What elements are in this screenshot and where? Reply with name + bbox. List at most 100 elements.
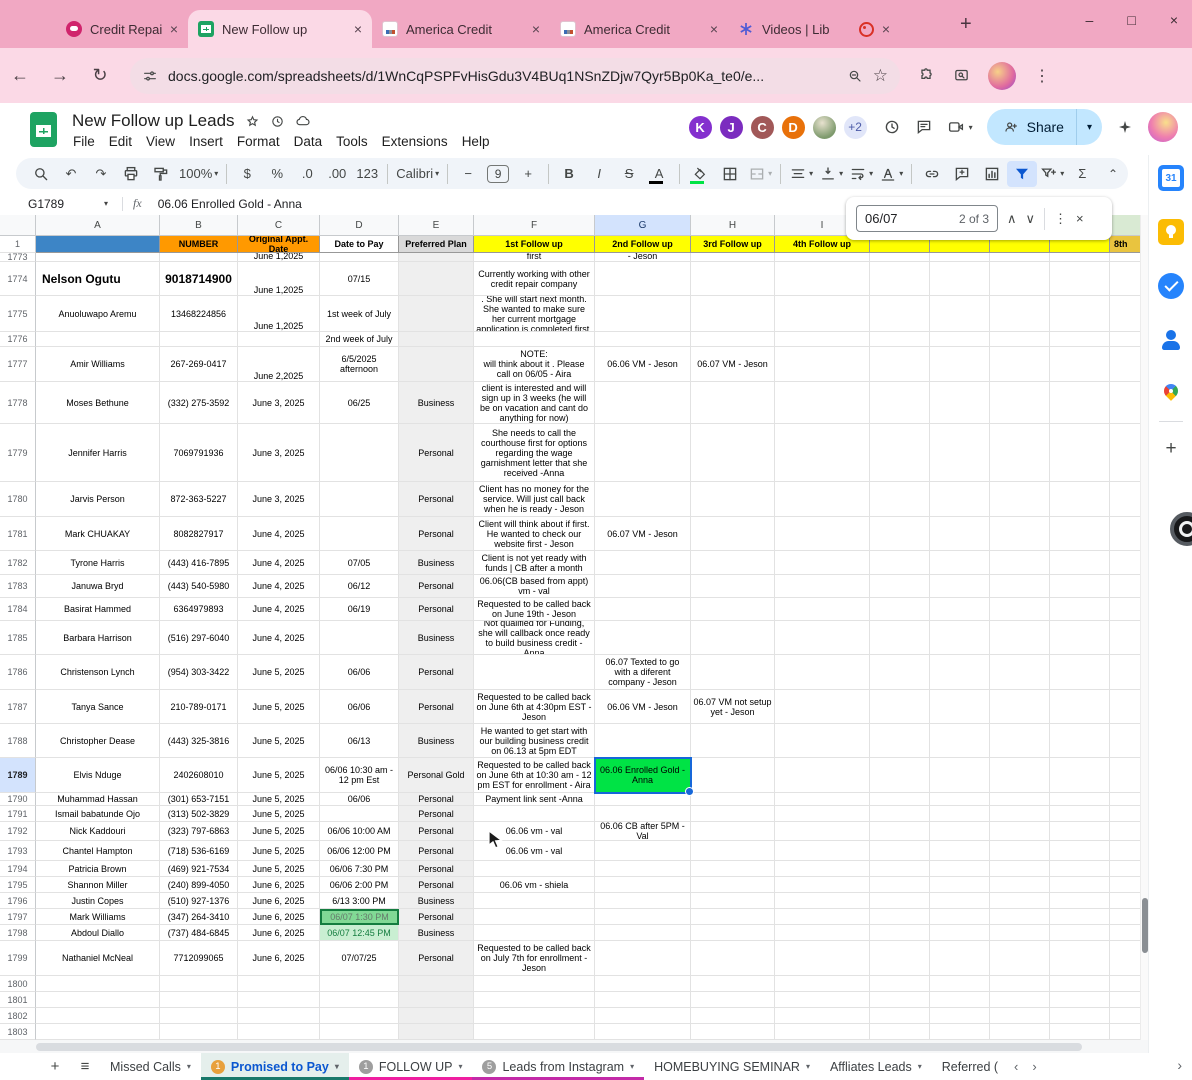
cell-K1780[interactable] [930, 482, 990, 517]
toolbar-search-button[interactable] [26, 161, 56, 187]
cell-J1780[interactable] [870, 482, 930, 517]
url-text[interactable]: docs.google.com/spreadsheets/d/1WnCqPSPF… [168, 68, 837, 84]
account-avatar[interactable] [1148, 112, 1178, 142]
cell-J1794[interactable] [870, 861, 930, 877]
menu-view[interactable]: View [139, 132, 182, 151]
cell-J1776[interactable] [870, 332, 930, 347]
sheet-tab-dropdown-icon[interactable]: ▾ [335, 1062, 339, 1071]
cell-K1803[interactable] [930, 1024, 990, 1040]
cell-N1784[interactable] [1110, 598, 1140, 621]
cell-D1778[interactable]: 06/25 [320, 382, 399, 424]
cell-G1787[interactable]: 06.06 VM - Jeson [595, 690, 691, 724]
cell-L1787[interactable] [990, 690, 1050, 724]
row-header-1787[interactable]: 1787 [0, 690, 36, 724]
cell-H1785[interactable] [691, 621, 775, 655]
find-next-icon[interactable]: ∨ [1026, 211, 1036, 227]
cell-N1796[interactable] [1110, 893, 1140, 909]
cell-A1787[interactable]: Tanya Sance [36, 690, 160, 724]
cell-C1792[interactable]: June 5, 2025 [238, 822, 320, 841]
sheet-tab-dropdown-icon[interactable]: ▾ [458, 1062, 462, 1071]
cell-D1793[interactable]: 06/06 12:00 PM [320, 841, 399, 861]
toolbar-zoom-dropdown-icon[interactable]: ▾ [214, 169, 218, 178]
cell-K1777[interactable] [930, 347, 990, 382]
cell-E1784[interactable]: Personal [399, 598, 474, 621]
cell-B1803[interactable] [160, 1024, 238, 1040]
star-icon[interactable] [245, 114, 260, 129]
cell-I1795[interactable] [775, 877, 870, 893]
cell-E1781[interactable]: Personal [399, 517, 474, 551]
cell-H1791[interactable] [691, 806, 775, 822]
cell-E1786[interactable]: Personal [399, 655, 474, 690]
cell-G1774[interactable] [595, 262, 691, 296]
sheet-tab-dropdown-icon[interactable]: ▾ [806, 1062, 810, 1071]
menu-tools[interactable]: Tools [329, 132, 375, 151]
sheet-tab-missed-calls[interactable]: Missed Calls▾ [100, 1053, 201, 1080]
cell-G1798[interactable] [595, 925, 691, 941]
cell-J1774[interactable] [870, 262, 930, 296]
cell-H1789[interactable] [691, 758, 775, 793]
sheet-tab-dropdown-icon[interactable]: ▾ [630, 1062, 634, 1071]
cell-M1798[interactable] [1050, 925, 1110, 941]
cell-G1792[interactable]: 06.06 CB after 5PM - Val [595, 822, 691, 841]
cell-E1793[interactable]: Personal [399, 841, 474, 861]
cell-C1794[interactable]: June 5, 2025 [238, 861, 320, 877]
cell-H1800[interactable] [691, 976, 775, 992]
cell-G1778[interactable] [595, 382, 691, 424]
column-header-G[interactable]: G [595, 215, 691, 236]
cell-C1795[interactable]: June 6, 2025 [238, 877, 320, 893]
row-header-1803[interactable]: 1803 [0, 1024, 36, 1040]
cell-G1803[interactable] [595, 1024, 691, 1040]
row-header-1783[interactable]: 1783 [0, 575, 36, 598]
find-close-icon[interactable]: × [1076, 211, 1084, 226]
cell-E1792[interactable]: Personal [399, 822, 474, 841]
row-header-1[interactable]: 1 [0, 236, 36, 253]
cell-J1788[interactable] [870, 724, 930, 758]
cell-J1789[interactable] [870, 758, 930, 793]
toolbar-functions-button[interactable]: Σ [1067, 161, 1097, 187]
cell-B1787[interactable]: 210-789-0171 [160, 690, 238, 724]
new-tab-button[interactable]: + [960, 14, 972, 34]
cell-I1801[interactable] [775, 992, 870, 1008]
row-header-1784[interactable]: 1784 [0, 598, 36, 621]
zoom-out-icon[interactable] [847, 68, 863, 84]
cell-N1773[interactable] [1110, 253, 1140, 262]
cell-H1794[interactable] [691, 861, 775, 877]
cell-F1794[interactable] [474, 861, 595, 877]
cell-J1798[interactable] [870, 925, 930, 941]
cell-H1801[interactable] [691, 992, 775, 1008]
cell-N1802[interactable] [1110, 1008, 1140, 1024]
cell-C1802[interactable] [238, 1008, 320, 1024]
cell-D1795[interactable]: 06/06 2:00 PM [320, 877, 399, 893]
cell-M1773[interactable] [1050, 253, 1110, 262]
toolbar-filter-views-button[interactable]: ▾ [1037, 161, 1067, 187]
cell-A1779[interactable]: Jennifer Harris [36, 424, 160, 482]
cell-J1785[interactable] [870, 621, 930, 655]
row-header-1800[interactable]: 1800 [0, 976, 36, 992]
toolbar-text-rotate-dropdown-icon[interactable]: ▾ [899, 169, 903, 178]
cell-N1778[interactable] [1110, 382, 1140, 424]
gemini-sparkle-icon[interactable] [1116, 118, 1134, 136]
cell-J1782[interactable] [870, 551, 930, 575]
cell-K1774[interactable] [930, 262, 990, 296]
cell-D1781[interactable] [320, 517, 399, 551]
cell-I1788[interactable] [775, 724, 870, 758]
cell-D1790[interactable]: 06/06 [320, 793, 399, 806]
cell-A1785[interactable]: Barbara Harrison [36, 621, 160, 655]
cell-I1791[interactable] [775, 806, 870, 822]
cell-C1789[interactable]: June 5, 2025 [238, 758, 320, 793]
cell-I1780[interactable] [775, 482, 870, 517]
cell-J1800[interactable] [870, 976, 930, 992]
cell-A1773[interactable] [36, 253, 160, 262]
cell-D1801[interactable] [320, 992, 399, 1008]
cell-H1787[interactable]: 06.07 VM not setup yet - Jeson [691, 690, 775, 724]
tab-close-icon[interactable]: × [882, 21, 890, 37]
sheet-tab-dropdown-icon[interactable]: ▾ [187, 1062, 191, 1071]
cell-F1773[interactable]: first [474, 253, 595, 262]
row-header-1777[interactable]: 1777 [0, 347, 36, 382]
cell-E1790[interactable]: Personal [399, 793, 474, 806]
cell-M1787[interactable] [1050, 690, 1110, 724]
cell-C1793[interactable]: June 5, 2025 [238, 841, 320, 861]
cell-K1788[interactable] [930, 724, 990, 758]
row-header-1773[interactable]: 1773 [0, 253, 36, 262]
toolbar-strikethrough-button[interactable]: S [614, 161, 644, 187]
